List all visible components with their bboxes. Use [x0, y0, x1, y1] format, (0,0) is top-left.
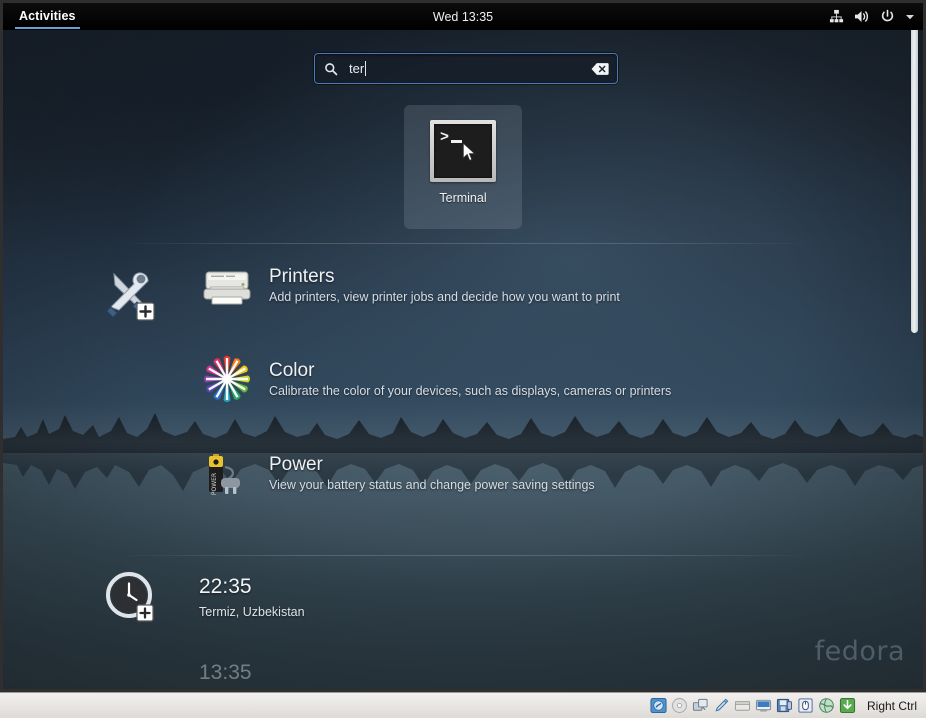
clear-backspace-icon[interactable] — [591, 62, 609, 76]
clock-icon — [106, 572, 154, 622]
settings-results-list: Printers Add printers, view printer jobs… — [199, 257, 671, 539]
text-caret — [365, 61, 367, 76]
vm-display: Activities Wed 13:35 ter > Terminal Prin… — [3, 3, 923, 689]
mouse-integration-icon[interactable] — [797, 697, 814, 714]
host-key-label: Right Ctrl — [866, 698, 917, 713]
terminal-icon-screen: > — [434, 124, 492, 178]
svg-text:POWER: POWER — [211, 473, 218, 495]
search-entry[interactable]: ter — [314, 53, 618, 84]
gnome-top-bar: Activities Wed 13:35 — [3, 3, 923, 30]
result-title: Printers — [269, 265, 335, 287]
clocks-results-list: 22:35 Termiz, Uzbekistan 13:35 — [199, 575, 305, 685]
result-item-power[interactable]: POWER Power View your battery status and… — [199, 445, 671, 501]
scrollbar-thumb[interactable] — [911, 11, 918, 333]
fedora-watermark: fedora — [814, 636, 905, 667]
system-tray[interactable] — [829, 3, 915, 30]
terminal-prompt-glyph: > — [440, 129, 450, 146]
search-input-value[interactable]: ter — [349, 61, 367, 76]
optical-disk-icon[interactable] — [671, 697, 688, 714]
video-capture-icon[interactable] — [776, 697, 793, 714]
result-description: View your battery status and change powe… — [269, 478, 595, 493]
volume-icon[interactable] — [854, 9, 870, 24]
results-separator — [113, 555, 813, 556]
display-icon[interactable] — [755, 697, 772, 714]
result-description: Add printers, view printer jobs and deci… — [269, 290, 620, 305]
application-results-row: > Terminal — [3, 105, 923, 229]
result-text-power: Power View your battery status and chang… — [269, 454, 595, 493]
shared-folder-icon[interactable] — [734, 697, 751, 714]
power-icon[interactable] — [880, 9, 895, 24]
clock-location: Termiz, Uzbekistan — [199, 605, 305, 619]
terminal-underscore-glyph — [451, 140, 462, 143]
activities-button[interactable]: Activities — [12, 4, 83, 29]
color-wheel-icon — [199, 351, 255, 407]
app-result-label: Terminal — [439, 191, 487, 205]
clock-label: Wed 13:35 — [432, 9, 494, 24]
clock-time: 22:35 — [199, 575, 252, 598]
vbox-status-bar: Right Ctrl — [0, 692, 926, 718]
top-bar-clock[interactable]: Wed 13:35 — [3, 3, 923, 30]
chevron-down-icon[interactable] — [905, 13, 915, 21]
network-adapter-icon[interactable] — [692, 697, 709, 714]
result-text-color: Color Calibrate the color of your device… — [269, 360, 671, 399]
search-text: ter — [349, 61, 365, 76]
mouse-cursor-icon — [462, 142, 477, 162]
result-text-printers: Printers Add printers, view printer jobs… — [269, 266, 620, 305]
search-field-wrapper[interactable]: ter — [314, 53, 618, 84]
result-item-world-clock[interactable]: 22:35 Termiz, Uzbekistan — [199, 575, 305, 619]
virtualbox-window: Activities Wed 13:35 ter > Terminal Prin… — [0, 0, 926, 718]
result-title: Color — [269, 359, 315, 381]
guest-additions-icon[interactable] — [839, 697, 856, 714]
usb-icon[interactable] — [713, 697, 730, 714]
terminal-icon: > — [430, 120, 496, 182]
globe-icon[interactable] — [818, 697, 835, 714]
result-description: Calibrate the color of your devices, suc… — [269, 384, 672, 399]
results-scrollbar[interactable] — [911, 11, 918, 605]
clock-time-secondary: 13:35 — [199, 661, 252, 684]
result-item-color[interactable]: Color Calibrate the color of your device… — [199, 351, 671, 407]
network-wired-icon[interactable] — [829, 9, 844, 24]
search-icon — [325, 62, 338, 75]
settings-tools-icon — [106, 272, 155, 321]
result-title: Power — [269, 453, 323, 475]
hard-disk-icon[interactable] — [650, 697, 667, 714]
clock-text-block: 22:35 Termiz, Uzbekistan — [199, 575, 305, 619]
battery-power-icon: POWER — [199, 445, 255, 501]
search-results: > Terminal Printers Add printers, view p… — [3, 95, 923, 689]
app-result-terminal[interactable]: > Terminal — [404, 105, 522, 229]
result-item-printers[interactable]: Printers Add printers, view printer jobs… — [199, 257, 671, 313]
printer-icon — [199, 257, 255, 313]
result-item-local-clock[interactable]: 13:35 — [199, 661, 305, 685]
results-separator — [113, 243, 813, 244]
